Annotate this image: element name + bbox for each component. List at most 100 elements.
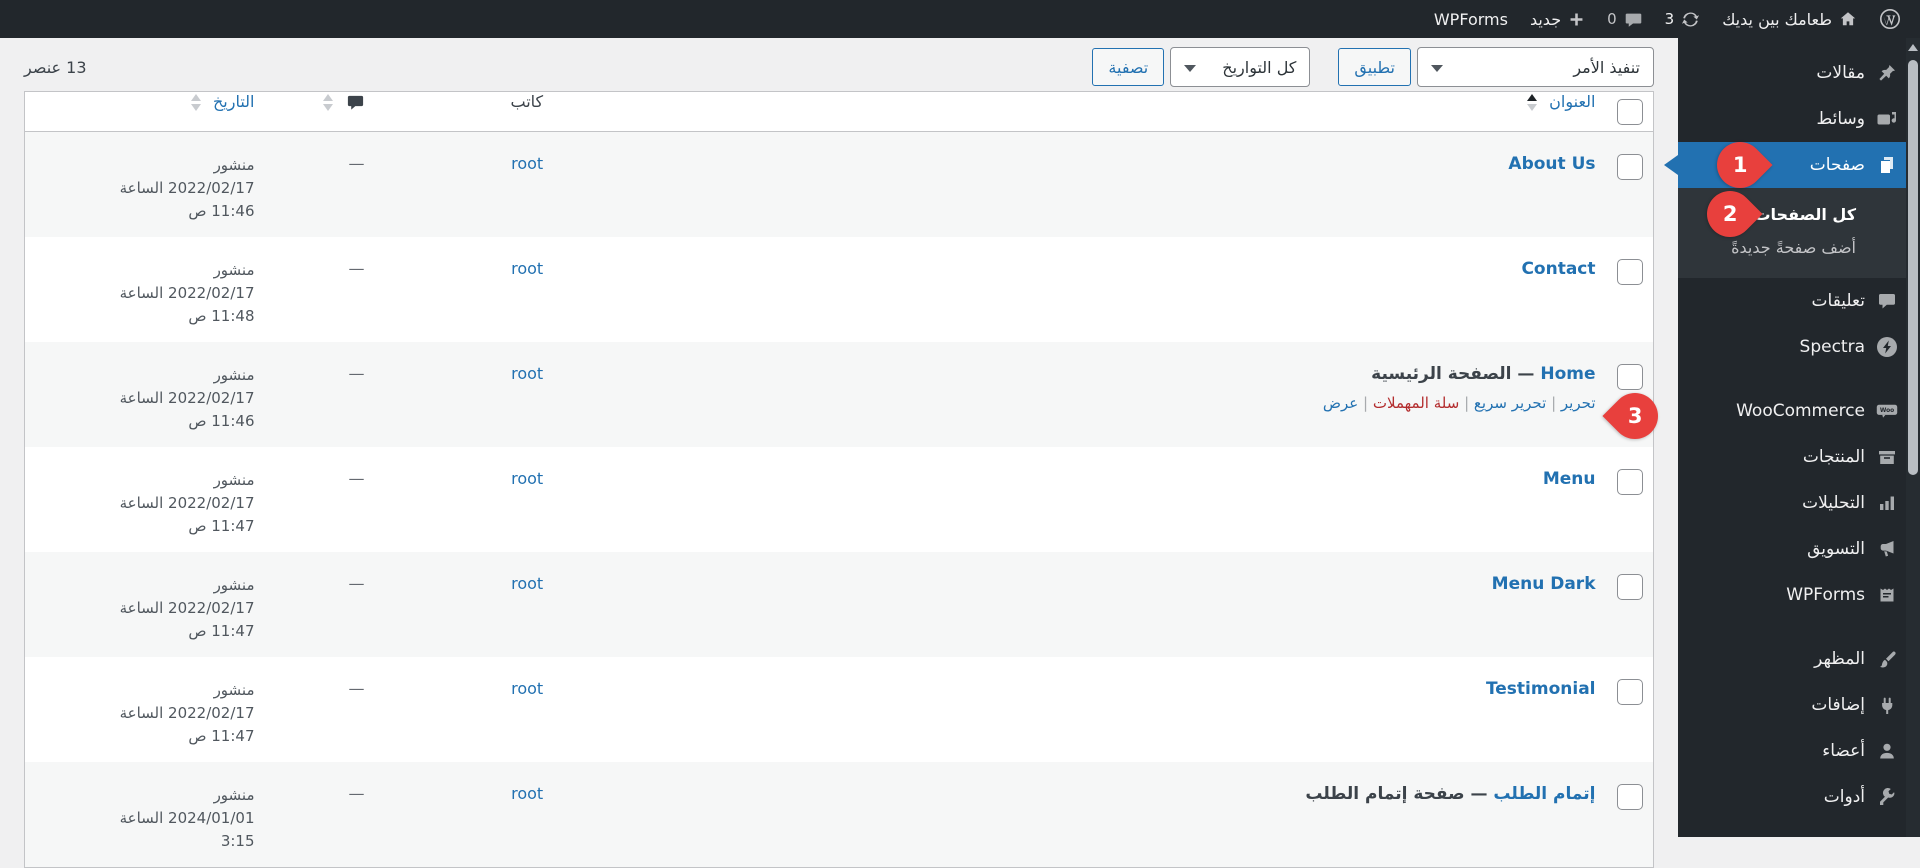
- bulk-actions-value: تنفيذ الأمر: [1573, 57, 1640, 77]
- date-cell: منشور 2022/02/17 الساعة 11:47 ص: [119, 471, 255, 535]
- apply-button[interactable]: تطبيق: [1338, 48, 1411, 86]
- sidebar-item-comments[interactable]: تعليقات: [1678, 278, 1920, 324]
- sort-arrows: [190, 94, 201, 111]
- sidebar-item-products[interactable]: المنتجات: [1678, 434, 1920, 480]
- page-title-link[interactable]: Menu Dark: [1492, 574, 1596, 594]
- updates-icon: [1682, 12, 1700, 26]
- new-content-menu[interactable]: جديد: [1519, 0, 1596, 38]
- comments-count-cell: —: [348, 469, 365, 488]
- table-row: About Us root — منشور 2022/02/17 الساعة 11…: [24, 131, 1654, 237]
- row-checkbox[interactable]: [1617, 364, 1643, 390]
- sidebar-item-label: المنتجات: [1802, 447, 1865, 467]
- table-row: Menu Dark root — منشور 2022/02/17 الساعة 1…: [24, 552, 1654, 657]
- quick-edit-link[interactable]: تحرير سريع: [1474, 394, 1546, 412]
- author-link[interactable]: root: [511, 154, 543, 173]
- row-checkbox[interactable]: [1617, 469, 1643, 495]
- dates-filter-select[interactable]: كل التواريخ: [1170, 47, 1311, 87]
- author-link[interactable]: root: [511, 679, 543, 698]
- sidebar-item-label: تعليقات: [1811, 291, 1865, 311]
- date-cell: منشور 2024/01/01 الساعة 3:15: [119, 786, 255, 850]
- table-row: Menu root — منشور 2022/02/17 الساعة 11:47 …: [25, 447, 1654, 552]
- pages-list-content: تنفيذ الأمر تطبيق كل التواريخ تصفية 13 ع…: [0, 38, 1678, 868]
- date-cell: منشور 2022/02/17 الساعة 11:47 ص: [119, 681, 255, 745]
- comments-icon: [347, 95, 363, 110]
- comments-icon: [1876, 290, 1898, 312]
- sidebar-item-wpforms[interactable]: WPForms: [1678, 572, 1920, 618]
- column-header-comments[interactable]: [264, 91, 375, 132]
- sidebar-item-plugins[interactable]: إضافات: [1678, 682, 1920, 728]
- date-cell: منشور 2022/02/17 الساعة 11:47 ص: [119, 576, 255, 640]
- sidebar-item-media[interactable]: وسائط: [1678, 96, 1920, 142]
- sidebar-item-spectra[interactable]: Spectra: [1678, 324, 1920, 370]
- items-count: 13 عنصر: [24, 57, 87, 77]
- row-checkbox[interactable]: [1617, 784, 1643, 810]
- author-link[interactable]: root: [511, 259, 543, 278]
- comments-count-cell: —: [348, 679, 365, 698]
- comments-count: 0: [1607, 10, 1617, 28]
- wordpress-logo-icon: [1880, 9, 1900, 29]
- wordpress-menu[interactable]: [1868, 0, 1912, 38]
- browser-scrollbar[interactable]: [1906, 38, 1920, 837]
- plus-icon: [1570, 13, 1583, 25]
- plugins-icon: [1876, 694, 1898, 716]
- page-title-link[interactable]: Menu: [1543, 469, 1596, 489]
- sidebar-item-label: التسويق: [1807, 539, 1865, 559]
- pages-table: العنوان كاتب التاريخ About Us root — منش…: [24, 91, 1654, 868]
- author-link[interactable]: root: [511, 364, 543, 383]
- sidebar-item-woocommerce[interactable]: Woo WooCommerce: [1678, 388, 1920, 434]
- sidebar-item-label: Spectra: [1799, 337, 1865, 357]
- column-header-date[interactable]: التاريخ: [24, 91, 265, 132]
- row-checkbox[interactable]: [1617, 154, 1643, 180]
- page-state: — صفحة إتمام الطلب: [1305, 784, 1494, 804]
- sort-arrows: [323, 94, 334, 111]
- date-cell: منشور 2022/02/17 الساعة 11:46 ص: [119, 156, 255, 220]
- row-checkbox[interactable]: [1617, 679, 1643, 705]
- home-icon: [1840, 12, 1856, 26]
- appearance-icon: [1876, 648, 1898, 670]
- page-title-link[interactable]: About Us: [1508, 154, 1595, 174]
- filter-button[interactable]: تصفية: [1092, 48, 1165, 86]
- site-name: طعامك بين يديك: [1722, 9, 1832, 29]
- sidebar-item-label: وسائط: [1816, 109, 1865, 129]
- page-title-link[interactable]: Home: [1540, 364, 1595, 384]
- admin-top-bar: طعامك بين يديك 3 0 جديد WPForms: [0, 0, 1920, 38]
- column-header-title[interactable]: العنوان: [553, 91, 1606, 132]
- author-link[interactable]: root: [511, 469, 543, 488]
- wpforms-adminbar-menu[interactable]: WPForms: [1423, 0, 1519, 38]
- woocommerce-icon: Woo: [1876, 400, 1898, 422]
- page-title-link[interactable]: Contact: [1521, 259, 1595, 279]
- edit-link[interactable]: تحرير: [1561, 394, 1596, 412]
- sidebar-item-tools[interactable]: أدوات: [1678, 774, 1920, 820]
- row-checkbox[interactable]: [1617, 259, 1643, 285]
- svg-text:Woo: Woo: [1880, 408, 1894, 414]
- view-link[interactable]: عرض: [1323, 394, 1358, 412]
- sidebar-item-appearance[interactable]: المظهر: [1678, 636, 1920, 682]
- sidebar-item-marketing[interactable]: التسويق: [1678, 526, 1920, 572]
- spectra-icon: [1876, 336, 1898, 358]
- page-title-link[interactable]: إتمام الطلب: [1493, 784, 1595, 804]
- sidebar-item-pages[interactable]: صفحات: [1678, 142, 1920, 188]
- select-all-checkbox[interactable]: [1617, 99, 1643, 125]
- sidebar-subitem-add-new-page[interactable]: أضف صفحةً جديدةً: [1678, 231, 1920, 264]
- scrollbar-thumb[interactable]: [1908, 60, 1918, 475]
- sidebar-item-users[interactable]: أعضاء: [1678, 728, 1920, 774]
- sidebar-item-label: WPForms: [1786, 585, 1865, 605]
- table-row: Contact root — منشور 2022/02/17 الساعة 11:…: [25, 237, 1654, 342]
- page-title-link[interactable]: Testimonial: [1486, 679, 1596, 699]
- trash-link[interactable]: سلة المهملات: [1373, 394, 1459, 412]
- author-link[interactable]: root: [511, 784, 543, 803]
- sidebar-item-analytics[interactable]: التحليلات: [1678, 480, 1920, 526]
- bulk-actions-select[interactable]: تنفيذ الأمر: [1417, 47, 1654, 87]
- updates-menu[interactable]: 3: [1654, 0, 1712, 38]
- comments-menu[interactable]: 0: [1596, 0, 1654, 38]
- scrollbar-up-arrow[interactable]: [1908, 44, 1918, 51]
- chevron-down-icon: [1431, 64, 1443, 72]
- row-checkbox[interactable]: [1617, 574, 1643, 600]
- sidebar-item-label: إضافات: [1811, 695, 1865, 715]
- sidebar-item-posts[interactable]: مقالات: [1678, 50, 1920, 96]
- row-actions: تحرير | تحرير سريع | سلة المهملات | عرض: [1322, 394, 1596, 412]
- author-link[interactable]: root: [511, 574, 543, 593]
- comments-count-cell: —: [348, 154, 365, 173]
- pages-icon: [1876, 154, 1898, 176]
- site-name-menu[interactable]: طعامك بين يديك: [1711, 0, 1868, 38]
